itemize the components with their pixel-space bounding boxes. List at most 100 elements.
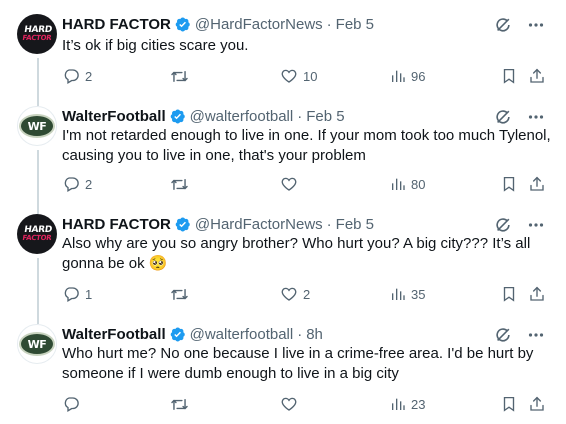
share-button[interactable] bbox=[528, 174, 546, 194]
grok-icon[interactable] bbox=[494, 216, 512, 234]
tweet-text-line: Also why are you so angry brother? Who h… bbox=[62, 235, 531, 252]
display-name[interactable]: HARD FACTOR bbox=[62, 16, 171, 33]
retweet-icon bbox=[171, 70, 188, 82]
tweet-text-line: someone if I were dumb enough to live in… bbox=[62, 365, 399, 382]
timestamp[interactable]: Feb 5 bbox=[306, 108, 344, 125]
views-count: 35 bbox=[411, 286, 426, 302]
like-icon bbox=[281, 177, 297, 191]
views-button[interactable]: 35 bbox=[390, 284, 425, 304]
reply-button[interactable]: 2 bbox=[62, 66, 92, 86]
like-button[interactable]: 10 bbox=[280, 66, 317, 86]
separator: · bbox=[326, 15, 332, 33]
display-name[interactable]: HARD FACTOR bbox=[62, 216, 171, 233]
like-button[interactable]: 2 bbox=[280, 284, 310, 304]
views-icon bbox=[392, 288, 405, 300]
bookmark-icon bbox=[503, 286, 515, 302]
bookmark-button[interactable] bbox=[500, 394, 518, 414]
handle[interactable]: @walterfootball bbox=[190, 326, 294, 343]
more-icon[interactable] bbox=[528, 327, 544, 343]
avatar[interactable]: WF bbox=[17, 324, 57, 364]
hard-factor-logo: HARD FACTOR bbox=[21, 25, 53, 42]
reply-button[interactable] bbox=[62, 394, 85, 414]
tweet-header: HARD FACTOR @HardFactorNews · Feb 5 bbox=[62, 214, 374, 234]
tweet-text: Who hurt me? No one because I live in a … bbox=[62, 344, 552, 384]
bookmark-button[interactable] bbox=[500, 174, 518, 194]
avatar[interactable]: HARD FACTOR bbox=[17, 14, 57, 54]
timestamp[interactable]: 8h bbox=[306, 326, 323, 343]
header-icons bbox=[494, 326, 544, 344]
header-icons bbox=[494, 216, 544, 234]
retweet-icon bbox=[171, 178, 188, 190]
tweet[interactable]: HARD FACTOR HARD FACTOR @HardFactorNews … bbox=[0, 214, 566, 310]
tweet-text: It’s ok if big cities scare you. bbox=[62, 36, 552, 56]
retweet-button[interactable] bbox=[170, 66, 194, 86]
reply-icon bbox=[64, 397, 79, 412]
display-name[interactable]: WalterFootball bbox=[62, 108, 166, 125]
like-icon bbox=[281, 69, 297, 83]
bookmark-icon bbox=[503, 68, 515, 84]
walterfootball-logo: WF bbox=[19, 114, 55, 138]
reply-button[interactable]: 1 bbox=[62, 284, 92, 304]
views-icon bbox=[392, 178, 405, 190]
reply-button[interactable]: 2 bbox=[62, 174, 92, 194]
retweet-button[interactable] bbox=[170, 174, 194, 194]
views-count: 80 bbox=[411, 176, 426, 192]
more-icon[interactable] bbox=[528, 109, 544, 125]
handle[interactable]: @HardFactorNews bbox=[195, 216, 323, 233]
views-button[interactable]: 23 bbox=[390, 394, 425, 414]
reply-icon bbox=[64, 69, 79, 84]
action-bar: 23 bbox=[62, 394, 552, 414]
more-icon[interactable] bbox=[528, 17, 544, 33]
reply-icon bbox=[64, 177, 79, 192]
like-button[interactable] bbox=[280, 174, 303, 194]
handle[interactable]: @HardFactorNews bbox=[195, 16, 323, 33]
verified-badge-icon bbox=[175, 17, 190, 31]
grok-icon[interactable] bbox=[494, 108, 512, 126]
bookmark-button[interactable] bbox=[500, 284, 518, 304]
bookmark-button[interactable] bbox=[500, 66, 518, 86]
views-icon bbox=[392, 398, 405, 410]
verified-badge-icon bbox=[170, 327, 185, 341]
timestamp[interactable]: Feb 5 bbox=[336, 16, 374, 33]
verified-badge-icon bbox=[175, 217, 190, 231]
separator: · bbox=[297, 325, 303, 343]
like-icon bbox=[281, 287, 297, 301]
handle[interactable]: @walterfootball bbox=[190, 108, 294, 125]
retweet-button[interactable] bbox=[170, 394, 194, 414]
share-button[interactable] bbox=[528, 394, 546, 414]
avatar[interactable]: HARD FACTOR bbox=[17, 214, 57, 254]
tweet-header: WalterFootball @walterfootball · 8h bbox=[62, 324, 323, 344]
reply-icon bbox=[64, 287, 79, 302]
tweet-text-line: gonna be ok 🥺 bbox=[62, 255, 168, 272]
separator: · bbox=[326, 215, 332, 233]
action-bar: 1 2 35 bbox=[62, 284, 552, 304]
tweet-text-line: I'm not retarded enough to live in one. … bbox=[62, 127, 551, 144]
share-button[interactable] bbox=[528, 284, 546, 304]
display-name[interactable]: WalterFootball bbox=[62, 326, 166, 343]
more-icon[interactable] bbox=[528, 217, 544, 233]
share-button[interactable] bbox=[528, 66, 546, 86]
timestamp[interactable]: Feb 5 bbox=[336, 216, 374, 233]
retweet-button[interactable] bbox=[170, 284, 194, 304]
tweet-text-line: It’s ok if big cities scare you. bbox=[62, 37, 249, 54]
tweet[interactable]: WF WalterFootball @walterfootball · 8h W… bbox=[0, 324, 566, 420]
share-icon bbox=[530, 286, 544, 301]
grok-icon[interactable] bbox=[494, 326, 512, 344]
views-button[interactable]: 80 bbox=[390, 174, 425, 194]
like-button[interactable] bbox=[280, 394, 303, 414]
tweet-text-line: Who hurt me? No one because I live in a … bbox=[62, 345, 534, 362]
like-count: 2 bbox=[303, 286, 311, 302]
header-icons bbox=[494, 108, 544, 126]
tweet-text: I'm not retarded enough to live in one. … bbox=[62, 126, 552, 166]
grok-icon[interactable] bbox=[494, 16, 512, 34]
like-icon bbox=[281, 397, 297, 411]
retweet-icon bbox=[171, 398, 188, 410]
tweet[interactable]: HARD FACTOR HARD FACTOR @HardFactorNews … bbox=[0, 14, 566, 94]
views-button[interactable]: 96 bbox=[390, 66, 425, 86]
views-icon bbox=[392, 70, 405, 82]
tweet-header: HARD FACTOR @HardFactorNews · Feb 5 bbox=[62, 14, 374, 34]
avatar[interactable]: WF bbox=[17, 106, 57, 146]
like-count: 10 bbox=[303, 68, 318, 84]
tweet[interactable]: WF WalterFootball @walterfootball · Feb … bbox=[0, 106, 566, 202]
views-count: 23 bbox=[411, 396, 426, 412]
